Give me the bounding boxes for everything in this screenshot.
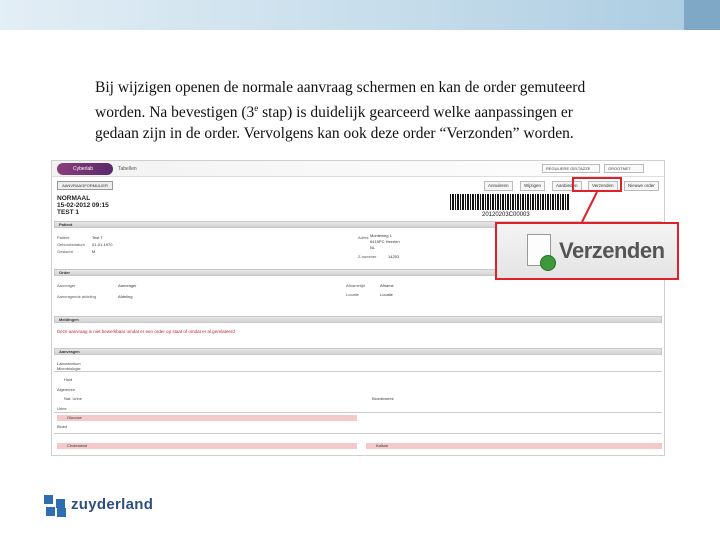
request-row[interactable]: Huid xyxy=(64,377,72,382)
request-row[interactable]: Bloedkweek xyxy=(372,396,394,401)
birthdate-value: 01-01-1970 xyxy=(92,242,113,247)
caption-line-2: worden. Na bevestigen (3e stap) is duide… xyxy=(95,98,695,123)
divider xyxy=(54,412,662,413)
new-order-button[interactable]: Nieuwe order xyxy=(624,181,659,191)
address-line-3: NL xyxy=(370,245,376,250)
zuyderland-mark-icon xyxy=(44,495,66,517)
department-value: Afdeling xyxy=(118,294,133,299)
gender-field-label: Geslacht xyxy=(57,249,73,254)
changed-request-row[interactable]: Kalium xyxy=(366,443,662,449)
address-field-label: Adres xyxy=(358,235,369,240)
top-banner xyxy=(0,0,720,30)
cancel-button[interactable]: Annuleren xyxy=(484,181,513,191)
sub-label-urine: Urine xyxy=(57,406,67,411)
caption-line-2a: worden. Na bevestigen (3 xyxy=(95,104,255,122)
order-header: NORMAAL 15-02-2012 09:15 TEST 1 xyxy=(57,195,109,216)
location-field-label: Locatie xyxy=(346,292,359,297)
location-select[interactable]: REGULIERE GELTAZZE xyxy=(542,164,600,173)
patient-field-label: Patient xyxy=(57,235,70,240)
caption-line-1: Bij wijzigen openen de normale aanvraag … xyxy=(95,79,586,96)
barcode-image xyxy=(450,194,570,210)
order-date: 15-02-2012 09:15 xyxy=(57,202,109,209)
top-banner-corner xyxy=(684,0,720,30)
highlight-send-button xyxy=(572,177,622,192)
order-name: TEST 1 xyxy=(57,209,80,216)
warning-message: Deze aanvraag is niet bewerkbaar omdat e… xyxy=(57,329,235,334)
barcode-number: 20120203C00003 xyxy=(482,212,530,218)
app-logo: Cyberlab xyxy=(57,163,113,175)
z-number-field-label: Z-nummer xyxy=(358,254,377,259)
zoomed-send-button[interactable]: Verzenden xyxy=(495,222,679,280)
z-number-value: 14253 xyxy=(388,254,400,259)
presentation-slide: Bij wijzigen openen de normale aanvraag … xyxy=(0,0,720,540)
caption-line-2b: stap) is duidelijk gearceerd welke aanpa… xyxy=(258,104,573,122)
sub-label-general: Algemeen xyxy=(57,387,76,392)
patient-value: Test T xyxy=(92,235,103,240)
department-field-label: Aanvragende afdeling xyxy=(57,294,96,299)
section-messages: Meldingen xyxy=(54,316,662,323)
section-requests: Aanvragen xyxy=(54,348,662,355)
group-select[interactable]: GROOTNET xyxy=(604,164,644,173)
changed-request-row[interactable]: Glucose xyxy=(57,415,357,421)
changed-request-row[interactable]: Cholesterol xyxy=(57,443,357,449)
gender-value: M xyxy=(92,249,96,254)
caption-line-3: gedaan zijn in de order. Vervolgens kan … xyxy=(95,125,574,143)
send-document-icon xyxy=(527,234,556,271)
app-header: Cyberlab Tabellen REGULIERE GELTAZZE GRO… xyxy=(52,161,664,177)
sub-label-microbiology: Microbiologie xyxy=(57,366,81,371)
address-line-1: Monteweg 1 xyxy=(370,233,392,238)
request-form-button[interactable]: AANVRAAGFORMULIER xyxy=(57,181,113,190)
requester-value: Aanvrager xyxy=(118,283,137,288)
address-line-2: 6419PC Heerlen xyxy=(370,239,400,244)
zoomed-send-label: Verzenden xyxy=(559,238,665,263)
divider xyxy=(54,433,662,434)
sub-label-blood: Bloed xyxy=(57,424,68,429)
divider xyxy=(54,371,662,372)
collection-time-label: Afnametijd xyxy=(346,283,365,288)
birthdate-field-label: Geboortedatum xyxy=(57,242,85,247)
location-value: Locatie xyxy=(380,292,393,297)
brand-name: zuyderland xyxy=(71,496,154,513)
collection-time-value: Afname xyxy=(380,283,394,288)
requester-field-label: Aanvrager xyxy=(57,283,76,288)
edit-button[interactable]: Wijzigen xyxy=(520,181,546,191)
order-type: NORMAAL xyxy=(57,195,91,202)
slide-caption: Bij wijzigen openen de normale aanvraag … xyxy=(95,77,695,144)
tables-link[interactable]: Tabellen xyxy=(118,166,137,172)
application-screenshot: Cyberlab Tabellen REGULIERE GELTAZZE GRO… xyxy=(51,160,665,456)
request-row[interactable]: Nat. Urine xyxy=(64,396,82,401)
